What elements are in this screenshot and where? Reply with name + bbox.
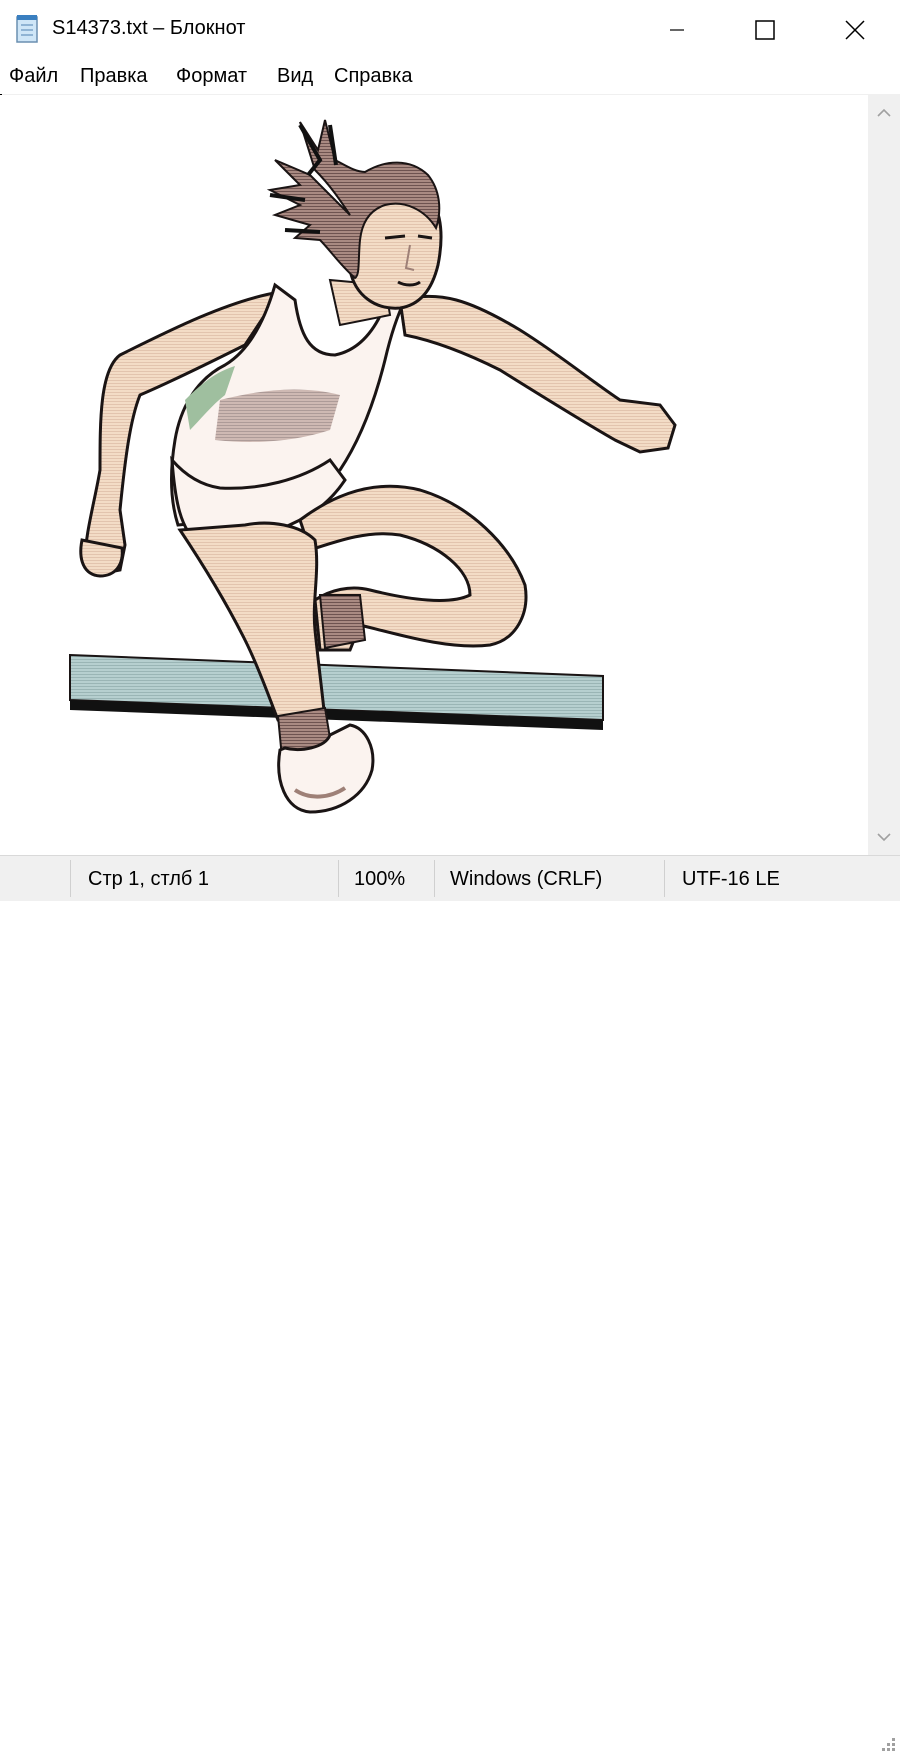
status-separator [70, 860, 71, 897]
zoom-level: 100% [354, 868, 406, 890]
menu-file[interactable]: Файл [9, 65, 58, 88]
maximize-button[interactable] [720, 0, 810, 60]
menu-edit[interactable]: Правка [80, 65, 148, 88]
vertical-scrollbar[interactable] [868, 95, 900, 855]
menu-format[interactable]: Формат [176, 65, 247, 88]
window-title: S14373.txt – Блокнот [52, 17, 246, 39]
minimize-icon [670, 29, 684, 31]
close-button[interactable] [810, 0, 900, 60]
menu-bar: Файл Правка Формат Вид Справка [0, 60, 900, 95]
text-editor-area[interactable] [0, 95, 868, 855]
minimize-button[interactable] [632, 0, 722, 60]
status-bar: Стр 1, стлб 1 100% Windows (CRLF) UTF-16… [0, 855, 900, 1751]
cursor-position: Стр 1, стлб 1 [88, 868, 210, 890]
title-bar[interactable]: S14373.txt – Блокнот [0, 0, 900, 60]
maximize-icon [755, 20, 775, 40]
status-separator [338, 860, 339, 897]
menu-help[interactable]: Справка [334, 65, 412, 88]
status-separator [664, 860, 665, 897]
scroll-up-button[interactable] [868, 95, 900, 131]
line-endings: Windows (CRLF) [450, 868, 603, 890]
notepad-icon [14, 14, 42, 44]
hurdler-ascii-art-image [69, 119, 677, 814]
chevron-up-icon [877, 108, 891, 117]
resize-grip-icon[interactable] [876, 1732, 898, 1754]
menu-view[interactable]: Вид [277, 65, 313, 88]
close-icon [845, 20, 865, 40]
encoding: UTF-16 LE [682, 868, 780, 890]
status-separator [434, 860, 435, 897]
scroll-down-button[interactable] [868, 819, 900, 855]
chevron-down-icon [877, 833, 891, 842]
